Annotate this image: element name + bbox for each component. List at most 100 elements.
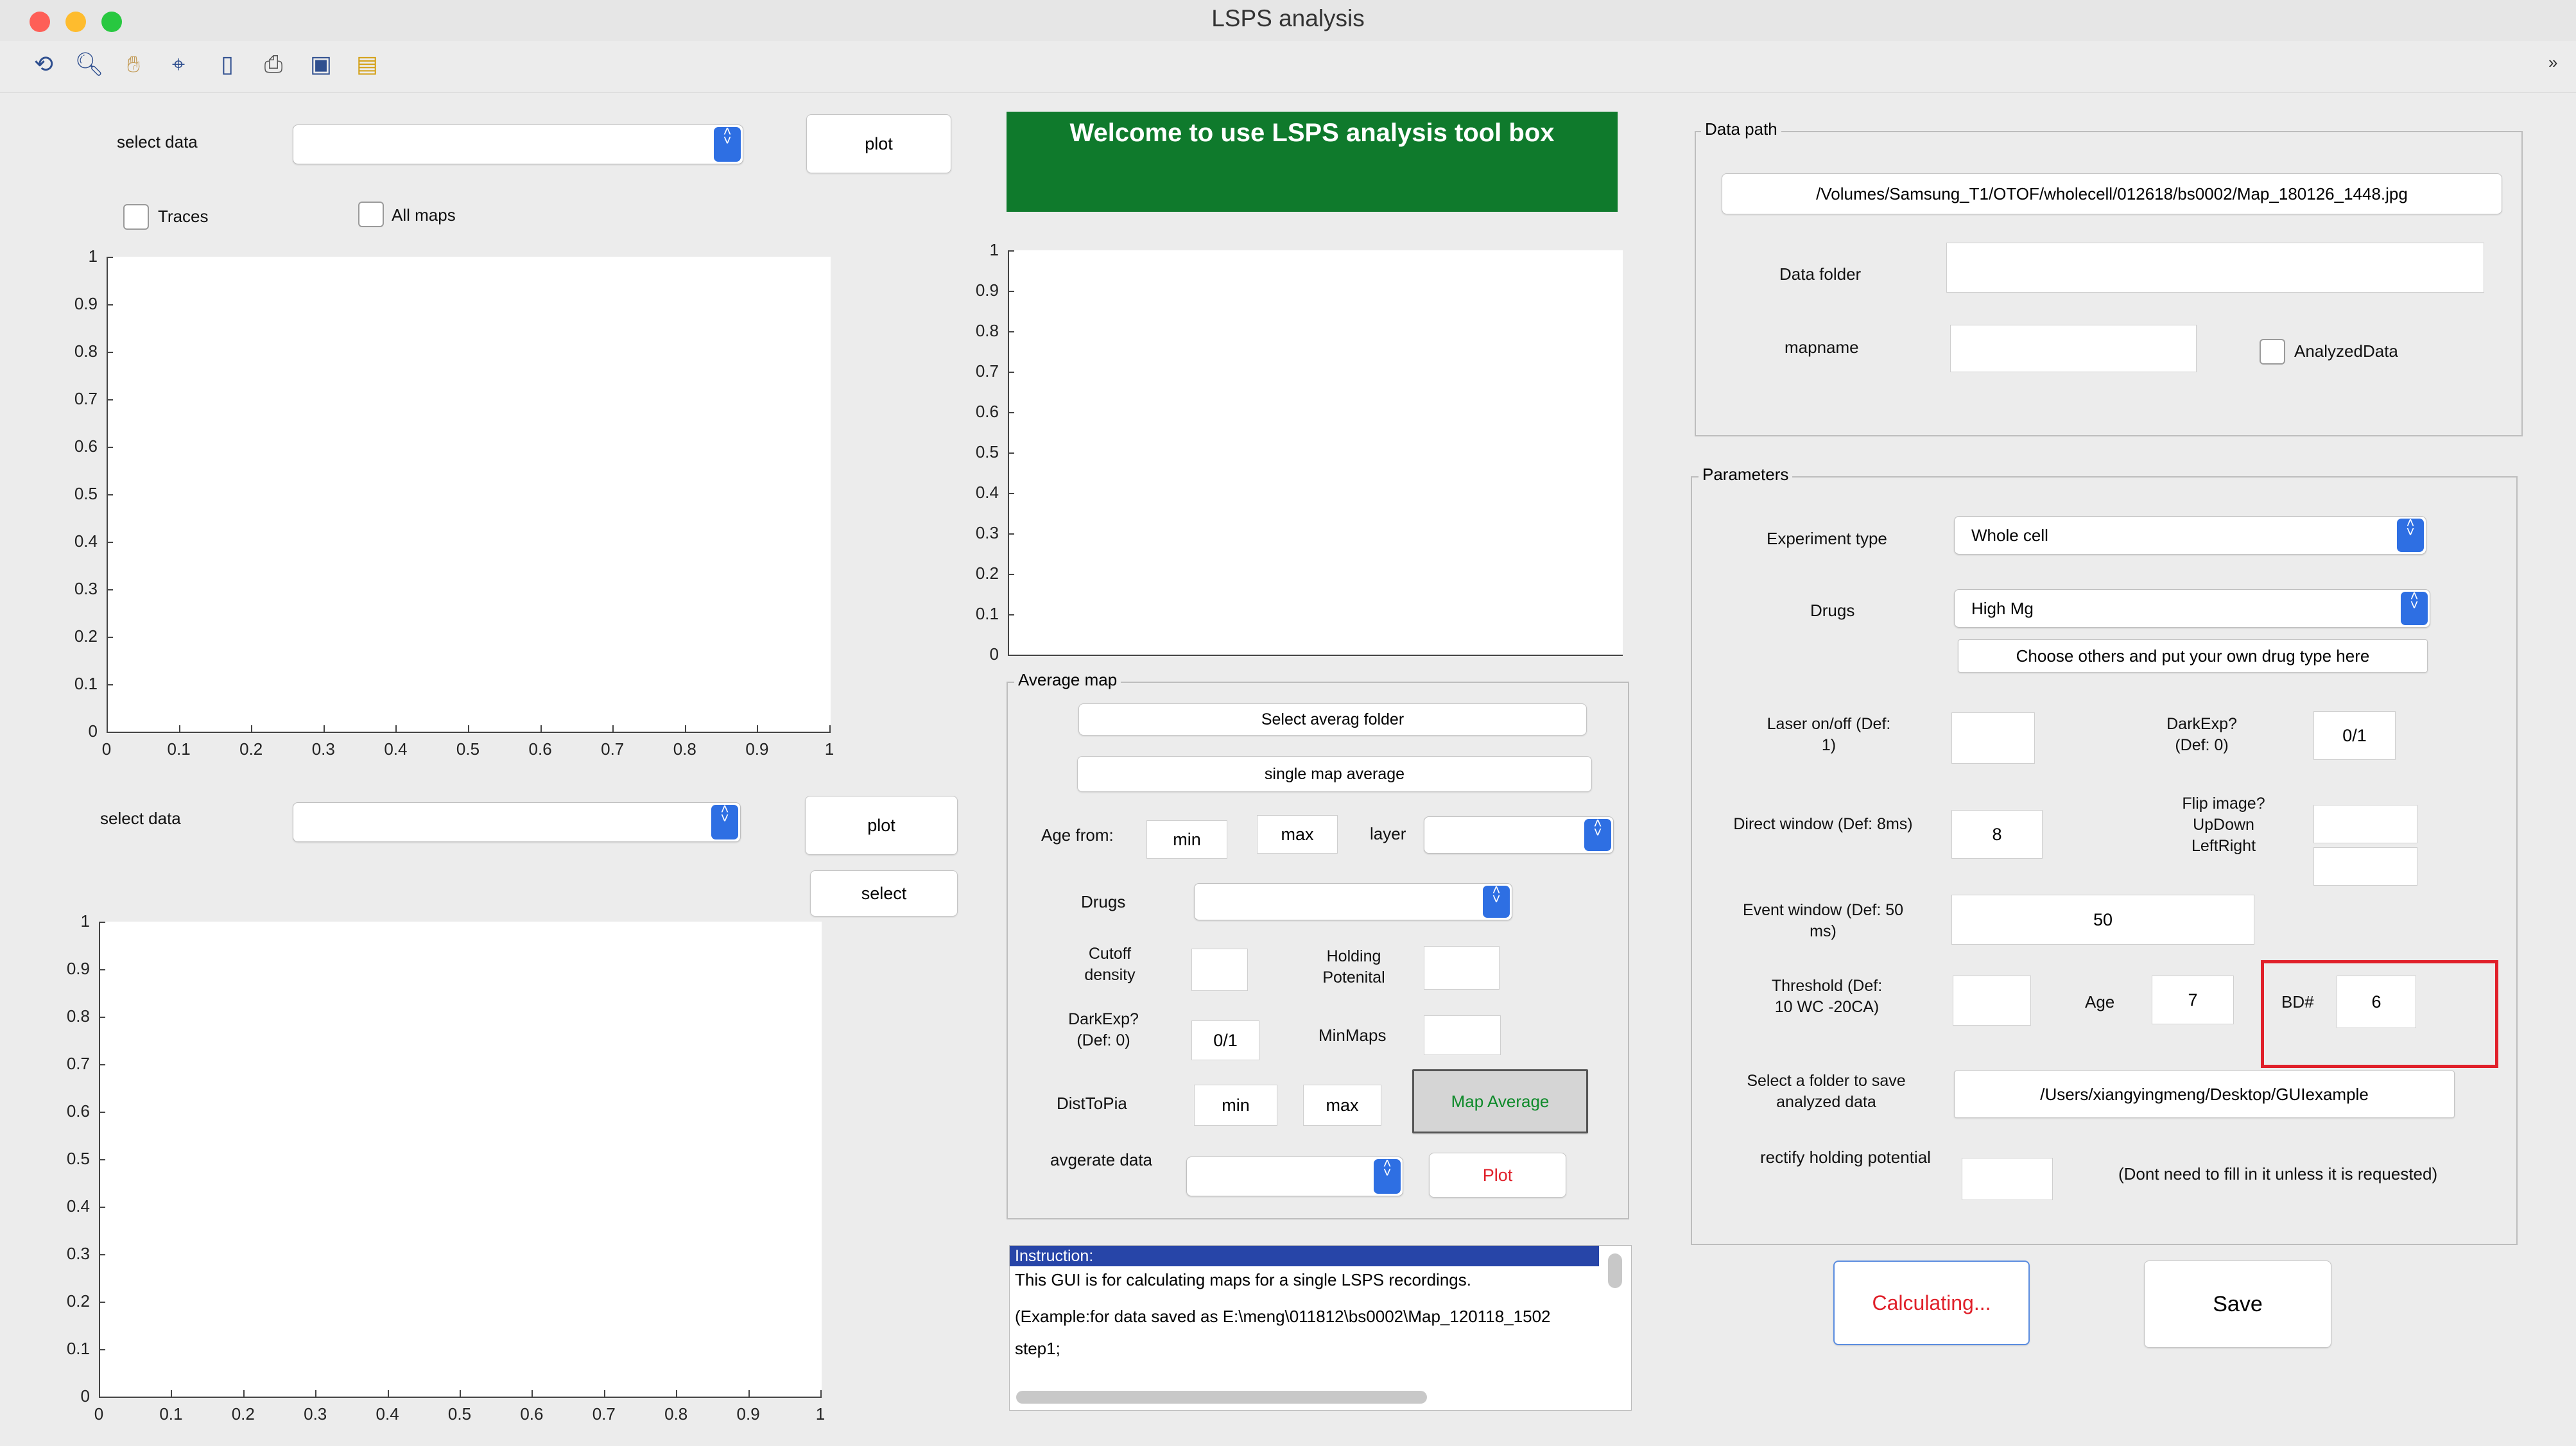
save-folder-button[interactable]: /Users/xiangyingmeng/Desktop/GUIexample: [1954, 1071, 2455, 1118]
y-tick-mark: [99, 1349, 105, 1350]
select-average-folder-button[interactable]: Select averag folder: [1078, 703, 1587, 736]
y-tick-label: 0.5: [975, 442, 999, 461]
darkexp-field-avg[interactable]: 0/1: [1191, 1020, 1259, 1060]
y-tick-label: 0.5: [66, 1149, 90, 1168]
save-icon[interactable]: ▣: [307, 50, 335, 78]
x-tick-label: 0: [101, 739, 112, 759]
drugs-dropdown-avg[interactable]: ˄ ˅: [1194, 883, 1512, 920]
x-tick-mark: [612, 725, 614, 732]
x-tick-mark: [387, 1390, 389, 1397]
traces-checkbox[interactable]: [123, 204, 149, 230]
y-tick-mark: [1008, 250, 1014, 252]
event-window-label: Event window (Def: 50 ms): [1742, 901, 1904, 940]
rectify-field[interactable]: [1962, 1158, 2053, 1200]
age-max-field[interactable]: max: [1257, 815, 1338, 854]
flip-updown-field[interactable]: [2313, 805, 2417, 843]
map-average-button[interactable]: Map Average: [1412, 1069, 1588, 1133]
y-tick-mark: [99, 922, 105, 923]
x-tick-label: 0.9: [736, 1404, 760, 1424]
bd-label: BD#: [2281, 992, 2314, 1011]
figure-toolbar: [0, 41, 2576, 93]
experiment-type-dropdown[interactable]: Whole cell ˄ ˅: [1954, 516, 2426, 555]
event-window-field[interactable]: 50: [1951, 895, 2254, 945]
rotate-3d-icon[interactable]: ⟲: [30, 50, 58, 78]
drugs-dropdown[interactable]: High Mg ˄ ˅: [1954, 589, 2430, 628]
x-tick-mark: [468, 725, 469, 732]
plot-button-2[interactable]: plot: [805, 796, 958, 855]
instruction-box[interactable]: Instruction: This GUI is for calculating…: [1009, 1245, 1632, 1411]
open-folder-icon[interactable]: ▤: [353, 50, 381, 78]
all-maps-checkbox[interactable]: [358, 202, 384, 227]
y-tick-label: 0.8: [66, 1006, 90, 1026]
dist-max-field[interactable]: max: [1303, 1085, 1381, 1126]
horizontal-scrollbar[interactable]: [1016, 1391, 1427, 1404]
single-map-average-button[interactable]: single map average: [1077, 756, 1592, 792]
dist-min-field[interactable]: min: [1194, 1085, 1277, 1126]
threshold-field[interactable]: [1953, 976, 2031, 1026]
plot-axes-middle[interactable]: [1008, 250, 1623, 656]
flip-image-label: Flip image? UpDown LeftRight: [2182, 795, 2265, 855]
holding-potential-field[interactable]: [1424, 946, 1500, 990]
y-tick-mark: [1008, 291, 1014, 292]
x-tick-label: 0.4: [384, 739, 408, 759]
plot-average-button[interactable]: Plot: [1429, 1153, 1566, 1198]
plot-axes-bottom-left[interactable]: [99, 922, 822, 1398]
y-tick-label: 0.3: [66, 1244, 90, 1263]
save-button[interactable]: Save: [2144, 1261, 2331, 1348]
y-tick-label: 0.2: [975, 564, 999, 583]
holding-potential-label: Holding Potenital: [1322, 947, 1385, 986]
calculating-button[interactable]: Calculating...: [1833, 1261, 2030, 1345]
direct-window-field[interactable]: 8: [1951, 810, 2043, 859]
analyzed-data-checkbox[interactable]: [2260, 339, 2285, 365]
plot-button[interactable]: plot: [806, 114, 951, 173]
x-tick-mark: [684, 725, 686, 732]
x-tick-mark: [251, 725, 253, 732]
chevron-updown-icon: ˄ ˅: [2397, 516, 2424, 552]
welcome-text: Welcome to use LSPS analysis tool box: [1069, 119, 1555, 147]
data-cursor-icon[interactable]: ⌖: [164, 50, 193, 78]
zoom-icon[interactable]: 🔍︎: [74, 50, 104, 78]
y-tick-label: 0.1: [74, 674, 98, 693]
select-data-dropdown-2[interactable]: ˄ ˅: [293, 802, 741, 842]
pan-hand-icon[interactable]: ✋︎: [119, 50, 148, 78]
choose-other-drugs-button[interactable]: Choose others and put your own drug type…: [1958, 639, 2428, 673]
x-tick-label: 0.8: [664, 1404, 688, 1424]
colorbar-icon[interactable]: ▯: [213, 50, 241, 78]
y-tick-mark: [99, 1397, 105, 1398]
toolbar-overflow-icon[interactable]: »: [2548, 53, 2557, 73]
laser-field[interactable]: [1951, 712, 2035, 764]
x-tick-label: 0.5: [447, 1404, 472, 1424]
bd-field[interactable]: 6: [2337, 976, 2416, 1028]
window-title: LSPS analysis: [1211, 5, 1365, 31]
minmaps-field[interactable]: [1424, 1015, 1501, 1055]
darkexp-field[interactable]: 0/1: [2313, 711, 2396, 760]
vertical-scrollbar[interactable]: [1608, 1253, 1622, 1288]
x-tick-label: 0.4: [376, 1404, 399, 1424]
darkexp-label: DarkExp? (Def: 0): [2166, 715, 2237, 754]
select-button[interactable]: select: [810, 870, 958, 917]
y-tick-mark: [107, 637, 113, 638]
y-tick-label: 0.8: [975, 321, 999, 340]
experiment-type-value: Whole cell: [1971, 526, 2048, 545]
chevron-updown-icon: ˄ ˅: [1584, 816, 1611, 851]
age-field[interactable]: 7: [2152, 976, 2234, 1024]
data-path-title: Data path: [1701, 119, 1781, 139]
y-tick-mark: [1008, 493, 1014, 494]
data-folder-field[interactable]: [1946, 243, 2484, 293]
flip-leftright-field[interactable]: [2313, 847, 2417, 886]
x-tick-label: 0.6: [520, 1404, 544, 1424]
y-tick-label: 0.6: [975, 402, 999, 421]
print-icon[interactable]: ⎙: [259, 50, 288, 78]
x-tick-mark: [243, 1390, 245, 1397]
age-min-field[interactable]: min: [1146, 820, 1227, 859]
mapname-field[interactable]: [1950, 325, 2197, 372]
data-path-button[interactable]: /Volumes/Samsung_T1/OTOF/wholecell/01261…: [1722, 173, 2502, 214]
plot-axes-top-left[interactable]: [107, 257, 831, 733]
instruction-line-3: step1;: [1015, 1339, 1060, 1358]
cutoff-density-field[interactable]: [1191, 949, 1248, 991]
y-tick-mark: [107, 684, 113, 685]
layer-dropdown[interactable]: ˄ ˅: [1424, 816, 1614, 854]
parameters-title: Parameters: [1699, 465, 1793, 485]
average-data-dropdown[interactable]: ˄ ˅: [1186, 1157, 1403, 1196]
select-data-dropdown[interactable]: ˄ ˅: [293, 125, 743, 164]
